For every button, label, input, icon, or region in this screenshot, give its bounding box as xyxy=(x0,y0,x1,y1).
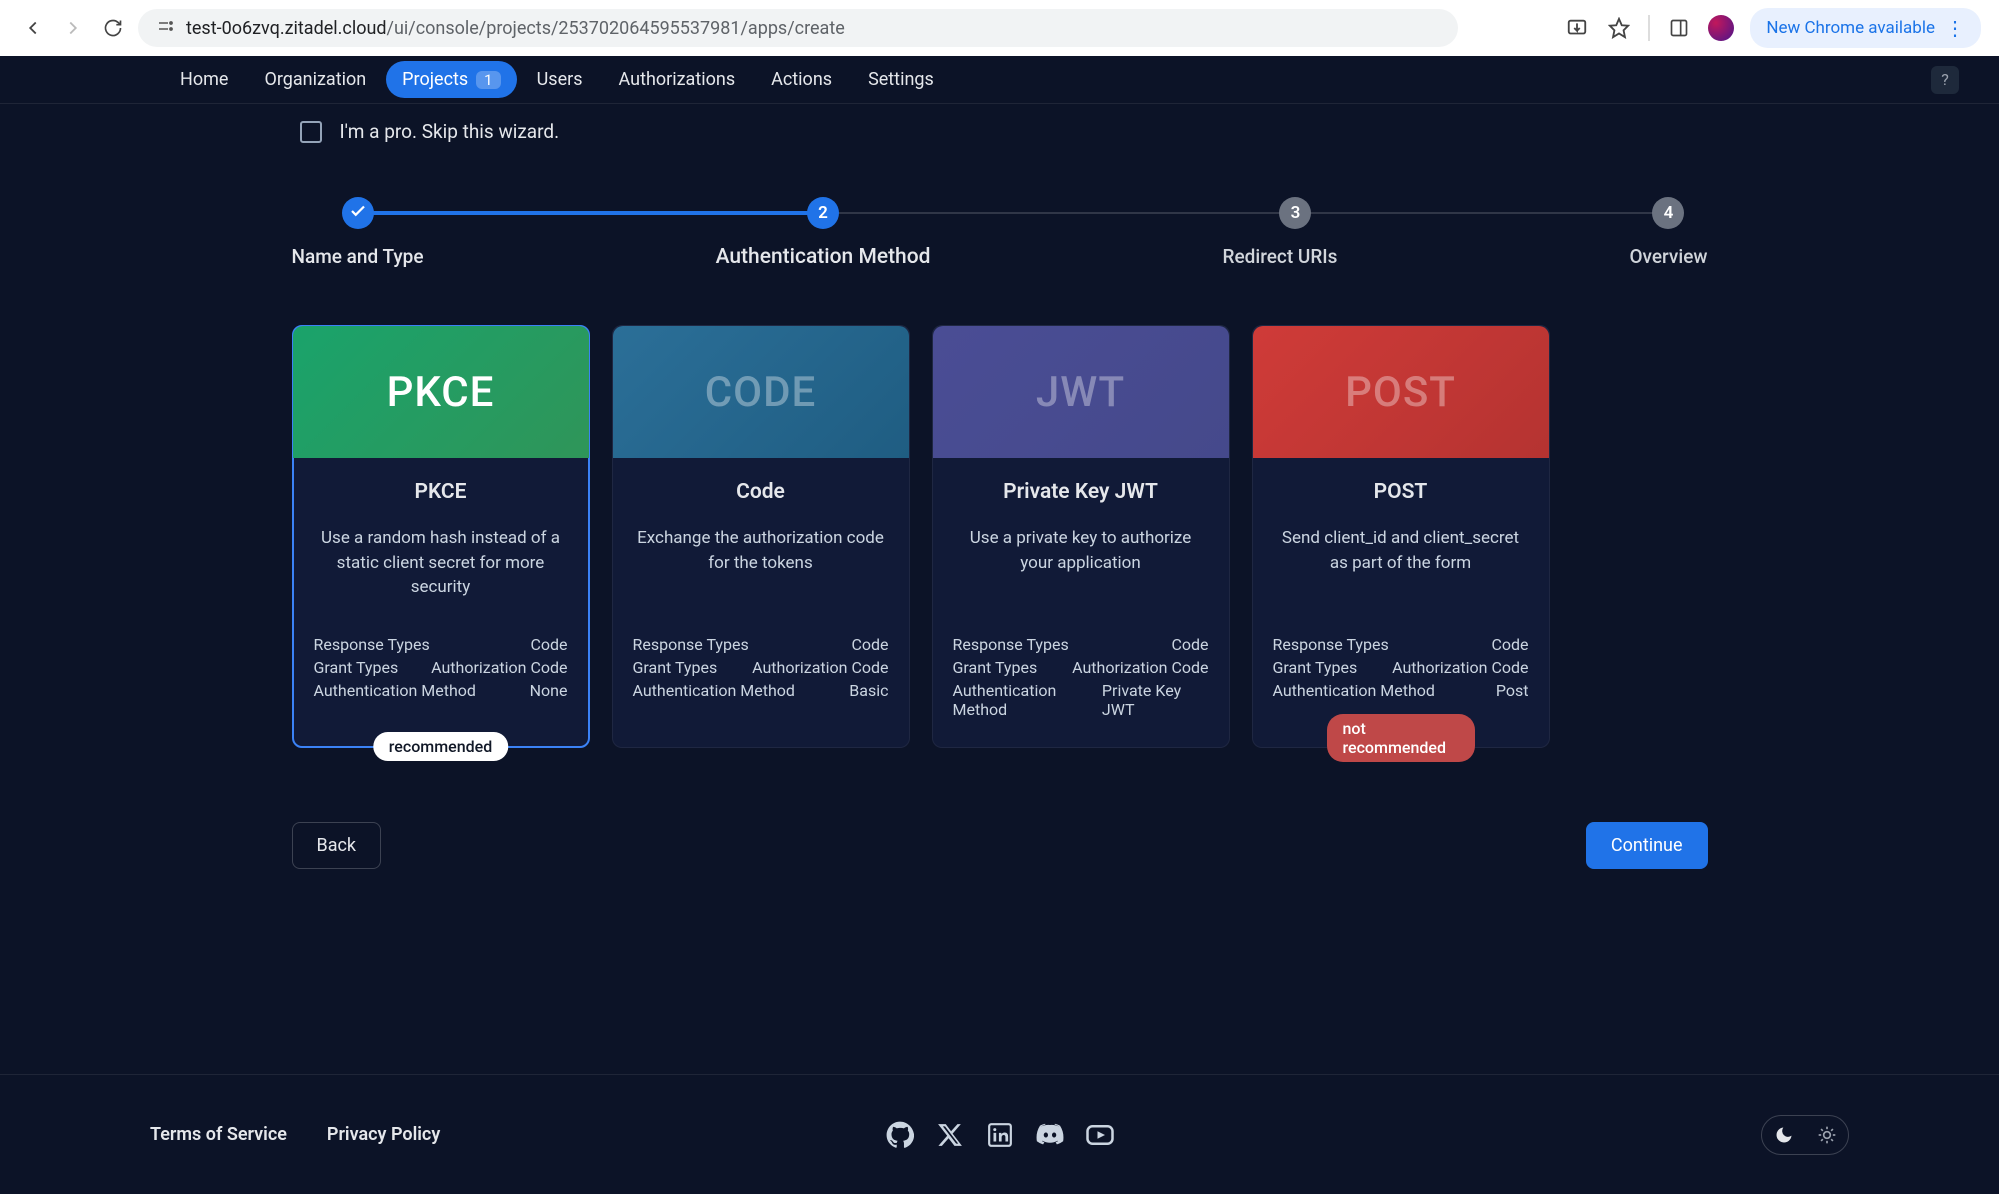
step-2-dot: 2 xyxy=(807,197,839,229)
menu-dots-icon: ⋮ xyxy=(1945,16,1965,40)
spec-gt-label: Grant Types xyxy=(314,658,399,677)
nav-projects-label: Projects xyxy=(402,69,468,90)
card-pkce-desc: Use a random hash instead of a static cl… xyxy=(314,526,568,611)
nav-home[interactable]: Home xyxy=(164,61,244,98)
theme-toggle[interactable] xyxy=(1761,1115,1849,1155)
nav-settings[interactable]: Settings xyxy=(852,61,950,98)
back-button[interactable]: Back xyxy=(292,822,382,869)
card-pkce-head: PKCE xyxy=(293,326,589,458)
card-jwt[interactable]: JWT Private Key JWT Use a private key to… xyxy=(932,325,1230,748)
sun-icon xyxy=(1817,1125,1837,1145)
pill-recommended: recommended xyxy=(373,732,508,761)
nav-authorizations[interactable]: Authorizations xyxy=(603,61,752,98)
spec-am-label: Authentication Method xyxy=(314,681,476,700)
browser-url-bar[interactable]: test-0o6zvq.zitadel.cloud/ui/console/pro… xyxy=(138,9,1458,47)
card-code-desc: Exchange the authorization code for the … xyxy=(633,526,889,611)
skip-wizard-row[interactable]: I'm a pro. Skip this wizard. xyxy=(300,120,1780,143)
step-4[interactable]: 4 Overview xyxy=(1629,197,1707,268)
site-info-icon[interactable] xyxy=(156,17,174,39)
install-app-icon[interactable] xyxy=(1564,15,1590,41)
card-code[interactable]: CODE Code Exchange the authorization cod… xyxy=(612,325,910,748)
nav-organization[interactable]: Organization xyxy=(248,61,382,98)
chrome-update-label: New Chrome available xyxy=(1766,18,1935,38)
browser-reload-icon[interactable] xyxy=(98,13,128,43)
card-post-head: POST xyxy=(1253,326,1549,458)
url-text: test-0o6zvq.zitadel.cloud/ui/console/pro… xyxy=(186,18,845,39)
app-root: Home Organization Projects 1 Users Autho… xyxy=(0,56,1999,1194)
card-post-desc: Send client_id and client_secret as part… xyxy=(1273,526,1529,611)
step-1-dot xyxy=(342,197,374,229)
step-3-label: Redirect URIs xyxy=(1223,245,1338,268)
browser-back-icon[interactable] xyxy=(18,13,48,43)
step-3-dot: 3 xyxy=(1279,197,1311,229)
card-pkce-title: PKCE xyxy=(314,480,568,504)
stepper-line xyxy=(362,212,1678,214)
skip-wizard-checkbox[interactable] xyxy=(300,121,322,143)
discord-icon[interactable] xyxy=(1035,1120,1065,1150)
moon-icon xyxy=(1774,1125,1794,1145)
step-4-label: Overview xyxy=(1629,245,1707,268)
card-jwt-desc: Use a private key to authorize your appl… xyxy=(953,526,1209,611)
spec-pkce-gt: Authorization Code xyxy=(431,658,567,677)
browser-forward-icon[interactable] xyxy=(58,13,88,43)
card-jwt-head: JWT xyxy=(933,326,1229,458)
nav-projects[interactable]: Projects 1 xyxy=(386,61,516,98)
nav-projects-badge: 1 xyxy=(476,71,500,89)
footer: Terms of Service Privacy Policy xyxy=(0,1074,1999,1194)
skip-wizard-label: I'm a pro. Skip this wizard. xyxy=(340,120,560,143)
card-post-title: POST xyxy=(1273,480,1529,504)
browser-bar: test-0o6zvq.zitadel.cloud/ui/console/pro… xyxy=(0,0,1999,56)
card-jwt-title: Private Key JWT xyxy=(953,480,1209,504)
auth-method-cards: PKCE PKCE Use a random hash instead of a… xyxy=(292,325,1708,748)
top-nav: Home Organization Projects 1 Users Autho… xyxy=(0,56,1999,104)
help-button[interactable]: ? xyxy=(1931,66,1959,94)
step-1-label: Name and Type xyxy=(292,245,424,268)
youtube-icon[interactable] xyxy=(1085,1120,1115,1150)
step-3[interactable]: 3 Redirect URIs xyxy=(1223,197,1338,268)
footer-privacy-link[interactable]: Privacy Policy xyxy=(327,1124,440,1145)
continue-button[interactable]: Continue xyxy=(1586,822,1708,869)
card-post[interactable]: POST POST Send client_id and client_secr… xyxy=(1252,325,1550,748)
github-icon[interactable] xyxy=(885,1120,915,1150)
bookmark-star-icon[interactable] xyxy=(1606,15,1632,41)
card-code-head: CODE xyxy=(613,326,909,458)
profile-avatar[interactable] xyxy=(1708,15,1734,41)
step-2-label: Authentication Method xyxy=(716,245,931,269)
spec-pkce-am: None xyxy=(530,681,568,700)
chrome-update-pill[interactable]: New Chrome available ⋮ xyxy=(1750,8,1981,48)
spec-pkce-rt: Code xyxy=(530,635,567,654)
nav-users[interactable]: Users xyxy=(521,61,599,98)
check-icon xyxy=(349,202,367,225)
spec-rt-label: Response Types xyxy=(314,635,430,654)
card-code-title: Code xyxy=(633,480,889,504)
panel-icon[interactable] xyxy=(1666,15,1692,41)
x-twitter-icon[interactable] xyxy=(935,1120,965,1150)
footer-tos-link[interactable]: Terms of Service xyxy=(150,1124,287,1145)
step-2[interactable]: 2 Authentication Method xyxy=(716,197,931,269)
step-4-dot: 4 xyxy=(1652,197,1684,229)
pill-not-recommended: not recommended xyxy=(1327,714,1475,762)
stepper: Name and Type 2 Authentication Method 3 … xyxy=(292,197,1708,269)
step-1[interactable]: Name and Type xyxy=(292,197,424,268)
linkedin-icon[interactable] xyxy=(985,1120,1015,1150)
card-pkce[interactable]: PKCE PKCE Use a random hash instead of a… xyxy=(292,325,590,748)
nav-actions[interactable]: Actions xyxy=(755,61,848,98)
